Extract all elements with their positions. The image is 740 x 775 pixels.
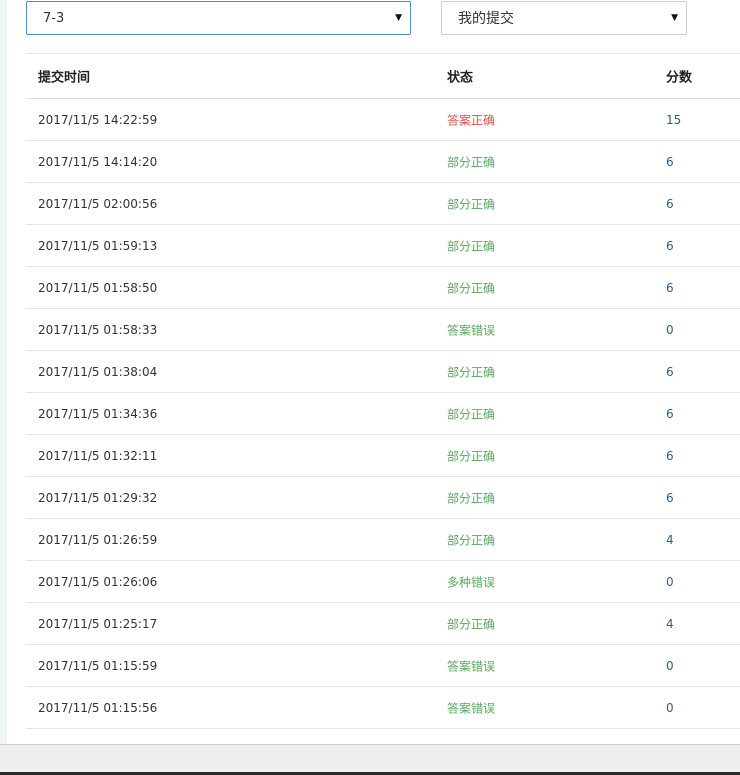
table-row[interactable]: 2017/11/5 01:29:32 部分正确 6 <box>26 477 740 519</box>
score-cell: 6 <box>666 238 674 253</box>
submit-time-cell: 2017/11/5 14:14:20 <box>38 154 158 169</box>
status-link[interactable]: 答案错误 <box>447 699 495 716</box>
table-row[interactable]: 2017/11/5 14:14:20 部分正确 6 <box>26 141 740 183</box>
submit-time-cell: 2017/11/5 01:32:11 <box>38 448 158 463</box>
submit-time-cell: 2017/11/5 02:00:56 <box>38 196 158 211</box>
submission-scope-select[interactable]: 我的提交 ▼ <box>441 1 687 35</box>
status-link[interactable]: 部分正确 <box>447 531 495 548</box>
submit-time-cell: 2017/11/5 01:58:33 <box>38 322 158 337</box>
table-row[interactable]: 2017/11/5 02:00:56 部分正确 6 <box>26 183 740 225</box>
table-row[interactable]: 2017/11/5 01:25:17 部分正确 4 <box>26 603 740 645</box>
header-submit-time: 提交时间 <box>38 70 91 86</box>
score-cell: 0 <box>666 658 674 673</box>
submissions-table: 提交时间 状态 分数 2017/11/5 14:22:59 答案正确 15 2017/… <box>26 53 740 729</box>
status-link[interactable]: 答案正确 <box>447 111 495 128</box>
table-row[interactable]: 2017/11/5 01:58:33 答案错误 0 <box>26 309 740 351</box>
status-link[interactable]: 部分正确 <box>447 237 495 254</box>
table-row[interactable]: 2017/11/5 01:32:11 部分正确 6 <box>26 435 740 477</box>
status-link[interactable]: 部分正确 <box>447 195 495 212</box>
problem-select[interactable]: 7-3 ▼ <box>26 1 411 35</box>
scope-select-value: 我的提交 <box>458 11 514 27</box>
score-cell: 6 <box>666 364 674 379</box>
submit-time-cell: 2017/11/5 01:58:50 <box>38 280 158 295</box>
table-header-row: 提交时间 状态 分数 <box>26 53 740 99</box>
submit-time-cell: 2017/11/5 01:29:32 <box>38 490 158 505</box>
status-link[interactable]: 多种错误 <box>447 573 495 590</box>
submit-time-cell: 2017/11/5 01:34:36 <box>38 406 158 421</box>
score-cell: 6 <box>666 196 674 211</box>
score-cell: 4 <box>666 616 674 631</box>
submit-time-cell: 2017/11/5 01:59:13 <box>38 238 158 253</box>
score-cell: 6 <box>666 448 674 463</box>
status-link[interactable]: 答案错误 <box>447 321 495 338</box>
left-border-strip <box>0 0 7 744</box>
table-row[interactable]: 2017/11/5 01:15:59 答案错误 0 <box>26 645 740 687</box>
table-row[interactable]: 2017/11/5 01:15:56 答案错误 0 <box>26 687 740 729</box>
table-row[interactable]: 2017/11/5 01:59:13 部分正确 6 <box>26 225 740 267</box>
submit-time-cell: 2017/11/5 01:38:04 <box>38 364 158 379</box>
table-body: 2017/11/5 14:22:59 答案正确 15 2017/11/5 14:14:… <box>26 99 740 729</box>
submit-time-cell: 2017/11/5 14:22:59 <box>38 112 158 127</box>
status-link[interactable]: 部分正确 <box>447 447 495 464</box>
caret-down-icon: ▼ <box>395 13 402 23</box>
header-score: 分数 <box>666 70 693 86</box>
table-row[interactable]: 2017/11/5 01:26:06 多种错误 0 <box>26 561 740 603</box>
status-link[interactable]: 部分正确 <box>447 363 495 380</box>
window-bottom-bar <box>0 744 740 775</box>
submit-time-cell: 2017/11/5 01:15:56 <box>38 700 158 715</box>
status-link[interactable]: 部分正确 <box>447 405 495 422</box>
score-cell: 6 <box>666 490 674 505</box>
table-row[interactable]: 2017/11/5 01:34:36 部分正确 6 <box>26 393 740 435</box>
table-row[interactable]: 2017/11/5 01:38:04 部分正确 6 <box>26 351 740 393</box>
header-status: 状态 <box>447 70 474 86</box>
submit-time-cell: 2017/11/5 01:25:17 <box>38 616 158 631</box>
score-cell: 6 <box>666 406 674 421</box>
status-link[interactable]: 答案错误 <box>447 657 495 674</box>
caret-down-icon: ▼ <box>671 13 678 23</box>
table-row[interactable]: 2017/11/5 01:26:59 部分正确 4 <box>26 519 740 561</box>
problem-select-value: 7-3 <box>43 10 65 26</box>
score-cell: 15 <box>666 112 682 127</box>
score-cell: 0 <box>666 574 674 589</box>
status-link[interactable]: 部分正确 <box>447 615 495 632</box>
score-cell: 6 <box>666 154 674 169</box>
table-row[interactable]: 2017/11/5 01:58:50 部分正确 6 <box>26 267 740 309</box>
submit-time-cell: 2017/11/5 01:15:59 <box>38 658 158 673</box>
submit-time-cell: 2017/11/5 01:26:59 <box>38 532 158 547</box>
score-cell: 0 <box>666 322 674 337</box>
score-cell: 6 <box>666 280 674 295</box>
status-link[interactable]: 部分正确 <box>447 279 495 296</box>
score-cell: 4 <box>666 532 674 547</box>
status-link[interactable]: 部分正确 <box>447 153 495 170</box>
status-link[interactable]: 部分正确 <box>447 489 495 506</box>
submit-time-cell: 2017/11/5 01:26:06 <box>38 574 158 589</box>
table-row[interactable]: 2017/11/5 14:22:59 答案正确 15 <box>26 99 740 141</box>
score-cell: 0 <box>666 700 674 715</box>
